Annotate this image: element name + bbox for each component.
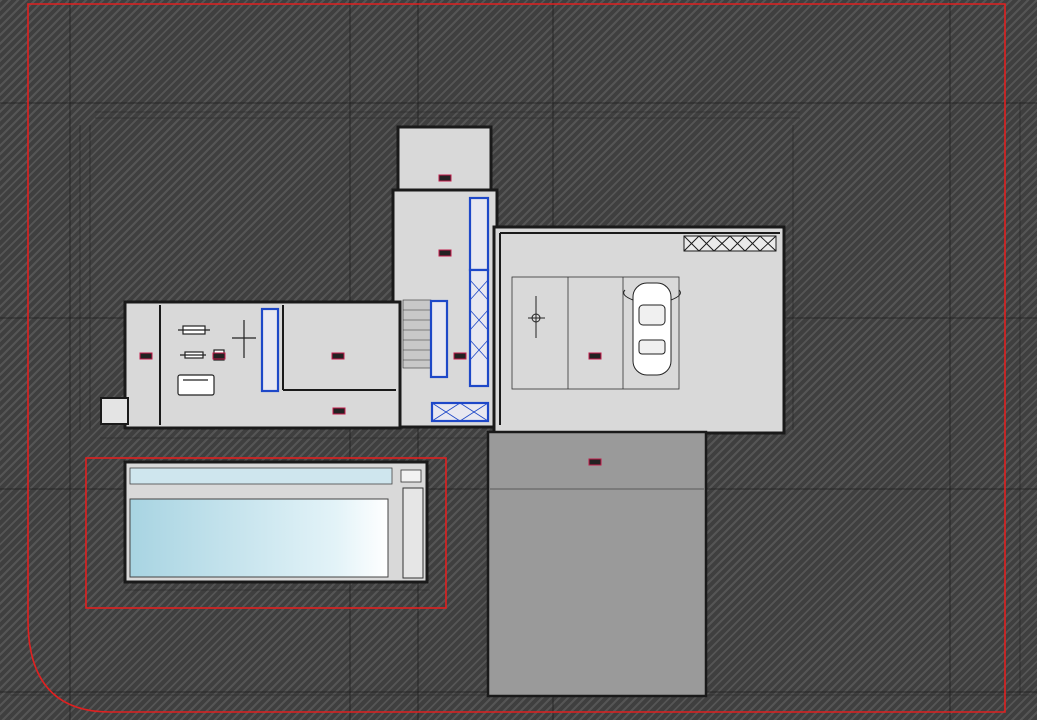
service-hatch xyxy=(100,397,129,425)
floor-plan xyxy=(0,0,1037,720)
pool-gutter xyxy=(129,467,393,485)
room-tag-hall xyxy=(453,352,467,360)
pool-pump xyxy=(400,469,422,483)
vent-boxes xyxy=(683,235,777,252)
room-tag-gym xyxy=(212,352,226,360)
room-tag-room xyxy=(331,352,345,360)
room-tag-store xyxy=(139,352,153,360)
room-tag-landing xyxy=(438,174,452,182)
room-tag-room-2 xyxy=(332,407,346,415)
pool-icon xyxy=(129,498,389,578)
floor-slabs xyxy=(123,125,786,435)
stair-icon xyxy=(402,299,432,369)
pool-equipment-room xyxy=(402,487,424,579)
driveway-ramp xyxy=(486,430,708,698)
room-tag-ramp xyxy=(588,458,602,466)
room-tag-corridor xyxy=(438,249,452,257)
room-tag-garage xyxy=(588,352,602,360)
